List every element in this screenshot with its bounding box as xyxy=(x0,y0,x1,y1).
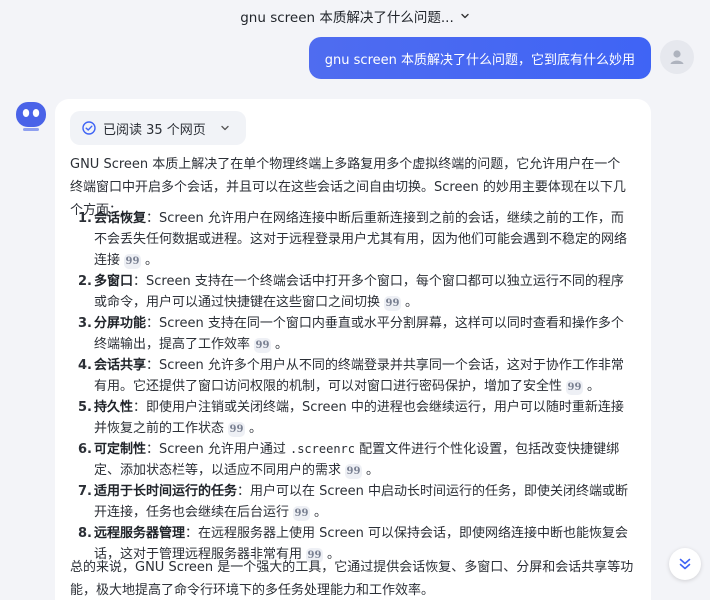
list-item-text: ：即使用户注销或关闭终端，Screen 中的进程也会继续运行，用户可以随时重新连… xyxy=(94,400,624,436)
conversation-title-bar[interactable]: gnu screen 本质解决了什么问题... xyxy=(0,0,710,32)
assistant-answer-card: 已阅读 35 个网页 GNU Screen 本质上解决了在单个物理终端上多路复用… xyxy=(55,99,651,600)
citation-icon[interactable]: 99 xyxy=(384,296,402,311)
list-number: 2. xyxy=(78,274,92,289)
list-number: 4. xyxy=(78,358,92,373)
list-item-title: 远程服务器管理 xyxy=(94,526,186,541)
list-item-title: 分屏功能 xyxy=(94,316,147,331)
check-circle-icon xyxy=(82,121,96,135)
scroll-to-bottom-button[interactable] xyxy=(669,548,701,580)
read-sources-toggle[interactable]: 已阅读 35 个网页 xyxy=(70,111,246,145)
list-number: 8. xyxy=(78,526,92,541)
list-item: 7. 适用于长时间运行的任务：用户可以在 Screen 中启动长时间运行的任务，… xyxy=(70,481,635,523)
double-chevron-down-icon xyxy=(679,558,691,570)
answer-conclusion: 总的来说，GNU Screen 是一个强大的工具，它通过提供会话恢复、多窗口、分… xyxy=(70,560,634,598)
list-item-end: 。 xyxy=(249,421,263,436)
list-item: 4. 会话共享：Screen 允许多个用户从不同的终端登录并共享同一个会话，这对… xyxy=(70,355,635,397)
list-item-title: 多窗口 xyxy=(94,274,134,289)
list-item-end: 。 xyxy=(145,253,159,268)
read-sources-label: 已阅读 35 个网页 xyxy=(103,122,206,138)
list-item-end: 。 xyxy=(275,337,289,352)
conversation-title: gnu screen 本质解决了什么问题... xyxy=(240,10,454,26)
list-item-end: 。 xyxy=(366,463,380,478)
user-message-text: gnu screen 本质解决了什么问题，它到底有什么妙用 xyxy=(324,52,635,68)
citation-icon[interactable]: 99 xyxy=(254,338,272,353)
list-item-title: 会话恢复 xyxy=(94,211,147,226)
inline-code: .screenrc xyxy=(289,442,356,456)
list-item-title: 持久性 xyxy=(94,400,134,415)
user-avatar-icon[interactable] xyxy=(660,40,694,74)
feature-list: 1. 会话恢复：Screen 允许用户在网络连接中断后重新连接到之前的会话，继续… xyxy=(70,208,635,565)
list-item-end: 。 xyxy=(405,295,419,310)
list-item-end: 。 xyxy=(587,379,601,394)
citation-icon[interactable]: 99 xyxy=(124,254,142,269)
list-item: 1. 会话恢复：Screen 允许用户在网络连接中断后重新连接到之前的会话，继续… xyxy=(70,208,635,271)
list-item-text: ：Screen 支持在同一个窗口内垂直或水平分割屏幕，这样可以同时查看和操作多个… xyxy=(94,316,624,352)
list-item-text: ：Screen 允许用户在网络连接中断后重新连接到之前的会话，继续之前的工作，而… xyxy=(94,211,628,268)
list-item-text: ：Screen 支持在一个终端会话中打开多个窗口，每个窗口都可以独立运行不同的程… xyxy=(94,274,624,310)
citation-icon[interactable]: 99 xyxy=(566,380,584,395)
list-number: 6. xyxy=(78,442,92,457)
user-message-row: gnu screen 本质解决了什么问题，它到底有什么妙用 xyxy=(0,37,710,79)
list-item-end: 。 xyxy=(314,505,328,520)
citation-icon[interactable]: 99 xyxy=(293,506,311,521)
list-item: 2. 多窗口：Screen 支持在一个终端会话中打开多个窗口，每个窗口都可以独立… xyxy=(70,271,635,313)
robot-avatar-icon xyxy=(16,102,46,131)
list-number: 7. xyxy=(78,484,92,499)
list-item-text: ：Screen 允许用户通过 xyxy=(146,442,290,457)
user-message-bubble: gnu screen 本质解决了什么问题，它到底有什么妙用 xyxy=(308,37,651,79)
list-number: 3. xyxy=(78,316,92,331)
list-item-title: 可定制性 xyxy=(94,442,147,457)
chevron-down-icon xyxy=(221,125,229,131)
list-item-title: 适用于长时间运行的任务 xyxy=(94,484,238,499)
list-item: 6. 可定制性：Screen 允许用户通过 .screenrc 配置文件进行个性… xyxy=(70,439,635,481)
citation-icon[interactable]: 99 xyxy=(228,422,246,437)
list-item: 5. 持久性：即使用户注销或关闭终端，Screen 中的进程也会继续运行，用户可… xyxy=(70,397,635,439)
chevron-down-icon xyxy=(461,13,469,19)
list-item: 3. 分屏功能：Screen 支持在同一个窗口内垂直或水平分割屏幕，这样可以同时… xyxy=(70,313,635,355)
list-number: 1. xyxy=(78,211,92,226)
list-item-text: ：Screen 允许多个用户从不同的终端登录并共享同一个会话，这对于协作工作非常… xyxy=(94,358,624,394)
list-number: 5. xyxy=(78,400,92,415)
citation-icon[interactable]: 99 xyxy=(345,464,363,479)
user-icon xyxy=(670,50,684,64)
list-item-title: 会话共享 xyxy=(94,358,147,373)
